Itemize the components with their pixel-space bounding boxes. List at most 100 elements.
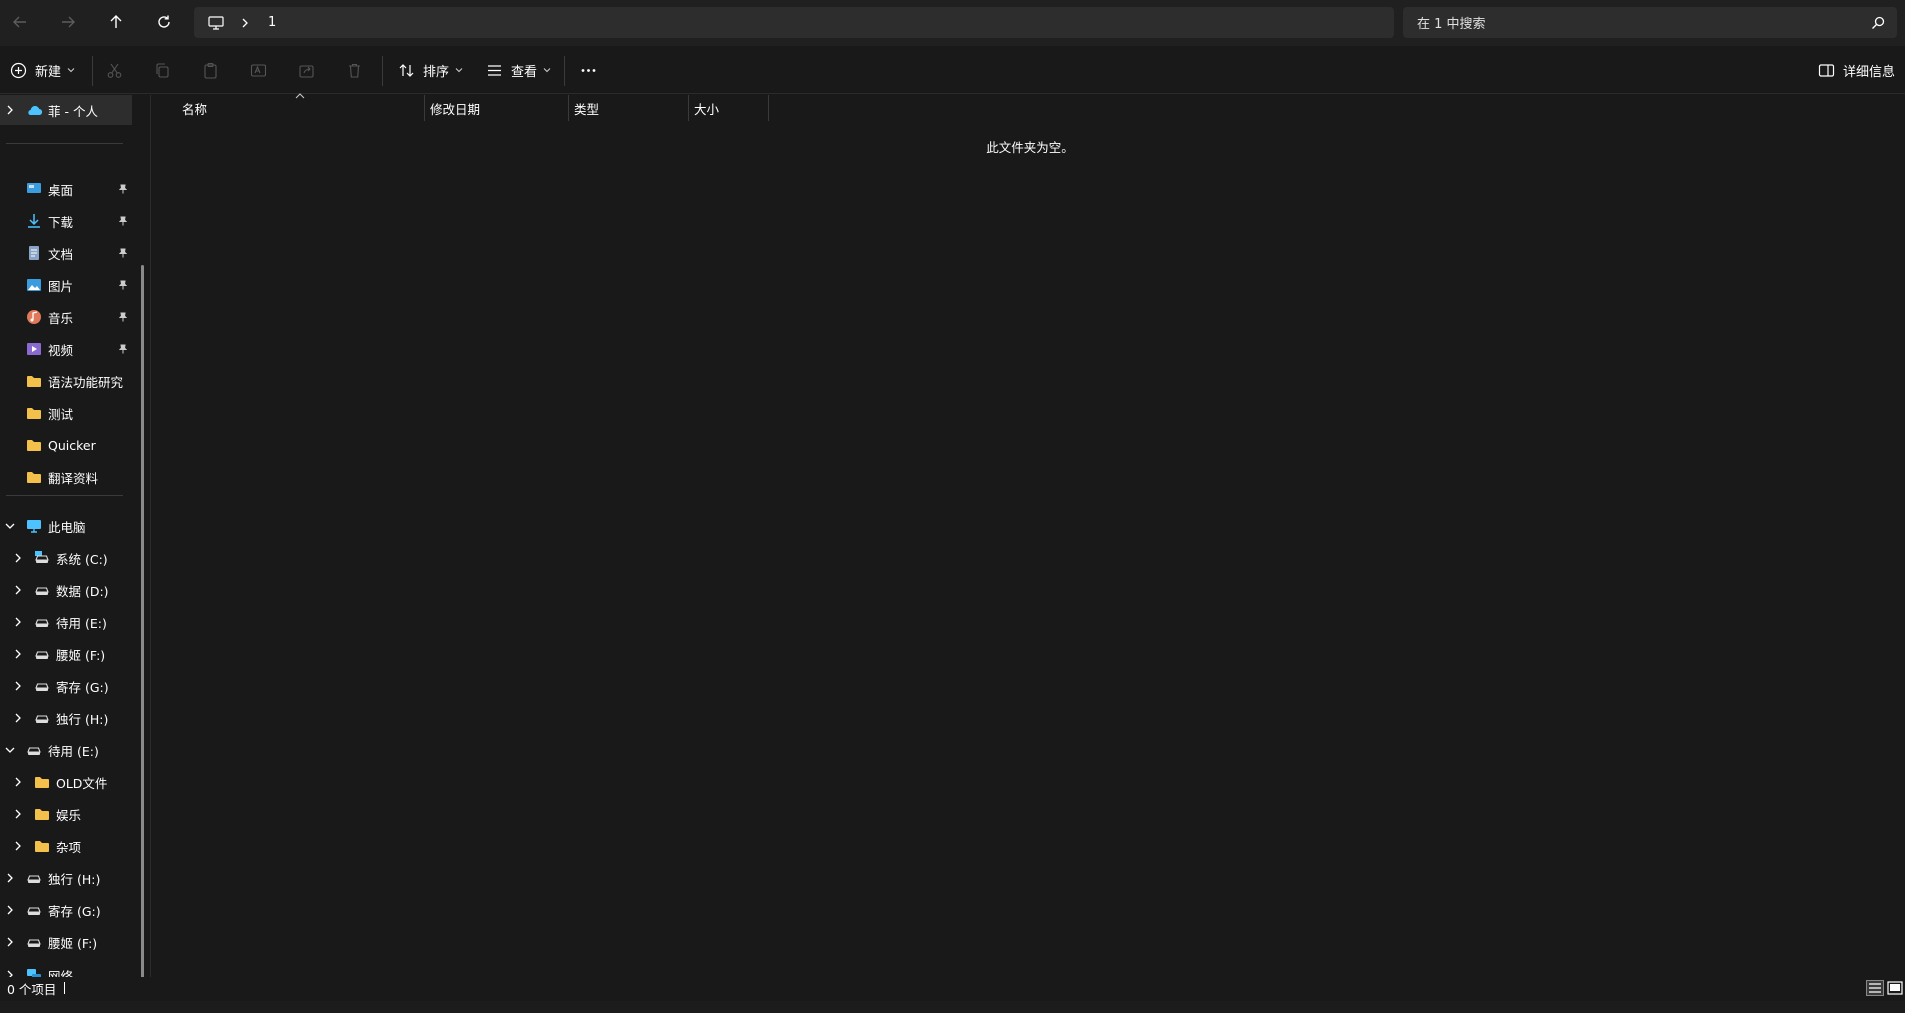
trash-icon	[349, 63, 360, 78]
download-icon	[28, 214, 40, 228]
folder-icon	[27, 440, 41, 451]
column-header-size[interactable]: 大小	[694, 95, 719, 121]
system-drive-icon	[35, 551, 49, 563]
chevron-right-icon	[15, 777, 21, 787]
music-icon	[27, 310, 41, 324]
view-label: 查看	[511, 64, 538, 80]
chevron-right-icon	[15, 841, 21, 851]
sort-button[interactable]: 排序	[398, 58, 463, 82]
new-button[interactable]: 新建	[10, 58, 75, 82]
column-header-name[interactable]: 名称	[182, 95, 207, 121]
command-bar	[0, 46, 1905, 94]
sidebar-item-drive[interactable]: 腰姬 (F:)	[0, 639, 132, 669]
pin-icon	[118, 344, 128, 354]
column-header-modified[interactable]: 修改日期	[430, 95, 480, 121]
sidebar-item-this-pc[interactable]: 此电脑	[0, 511, 132, 541]
sidebar-item-onedrive[interactable]: 菲 - 个人	[0, 95, 132, 125]
sidebar-item-quick[interactable]: 翻译资料	[0, 462, 132, 492]
refresh-icon	[158, 15, 170, 28]
sidebar-item-quick[interactable]: 语法功能研究	[0, 366, 132, 396]
folder-icon	[35, 841, 49, 852]
address-bar[interactable]: 1	[194, 7, 1394, 38]
sidebar-item-label: 独行 (H:)	[56, 711, 109, 727]
forward-button[interactable]	[50, 7, 86, 37]
share-button[interactable]	[298, 58, 315, 82]
chevron-down-icon	[5, 747, 15, 753]
details-view-icon[interactable]	[1866, 980, 1884, 996]
sort-label: 排序	[423, 64, 450, 80]
drive-icon	[35, 715, 49, 723]
large-icons-view-icon[interactable]	[1886, 980, 1904, 996]
sidebar-scrollbar[interactable]	[141, 265, 144, 977]
sidebar-item-quick[interactable]: 视频	[0, 334, 132, 364]
view-button[interactable]: 查看	[486, 58, 551, 82]
rename-button[interactable]	[250, 58, 267, 82]
sidebar-item-quick[interactable]: 图片	[0, 270, 132, 300]
more-icon	[581, 68, 596, 72]
cut-button[interactable]	[106, 58, 123, 82]
sidebar-item-quick[interactable]: Quicker	[0, 430, 132, 460]
scissors-icon	[107, 63, 122, 78]
rename-icon	[250, 63, 267, 77]
picture-icon	[27, 279, 41, 291]
chevron-right-icon	[242, 18, 248, 27]
sidebar-item-label: 测试	[48, 406, 74, 422]
more-options-button[interactable]	[580, 58, 597, 82]
sidebar-item-drive-e-expanded[interactable]: 待用 (E:)	[0, 735, 132, 765]
sidebar-item-label: 网络	[48, 968, 74, 978]
sidebar-item-quick[interactable]: 文档	[0, 238, 132, 268]
sidebar-item-label: 杂项	[56, 839, 82, 855]
sidebar-item-folder[interactable]: 娱乐	[0, 799, 132, 829]
delete-button[interactable]	[346, 58, 363, 82]
details-pane-icon	[1818, 63, 1835, 77]
up-button[interactable]	[98, 7, 134, 37]
chevron-right-icon	[15, 585, 21, 595]
sidebar-item-drive[interactable]: 数据 (D:)	[0, 575, 132, 605]
pin-icon	[118, 280, 128, 290]
list-view-icon	[488, 64, 501, 76]
sidebar-item-label: OLD文件	[56, 775, 108, 791]
sidebar-item-drive[interactable]: 系统 (C:)	[0, 543, 132, 573]
sidebar-item-quick[interactable]: 桌面	[0, 174, 132, 204]
sidebar-item-label: 寄存 (G:)	[56, 679, 109, 695]
sidebar-item-drive[interactable]: 待用 (E:)	[0, 607, 132, 637]
sidebar-item-drive[interactable]: 寄存 (G:)	[0, 895, 132, 925]
sidebar-item-label: 此电脑	[48, 519, 86, 535]
sidebar-item-label: 待用 (E:)	[48, 743, 99, 759]
search-input[interactable]: 在 1 中搜索	[1403, 7, 1897, 38]
chevron-right-icon	[15, 809, 21, 819]
pin-icon	[118, 248, 128, 258]
chevron-right-icon	[7, 873, 13, 883]
details-pane-button[interactable]: 详细信息	[1818, 58, 1895, 82]
sidebar-item-label: 文档	[48, 246, 74, 262]
folder-icon	[27, 376, 41, 387]
refresh-button[interactable]	[146, 7, 182, 37]
drive-icon	[35, 587, 49, 595]
details-label: 详细信息	[1843, 64, 1896, 80]
sidebar-item-drive[interactable]: 独行 (H:)	[0, 863, 132, 893]
sidebar-item-folder[interactable]: OLD文件	[0, 767, 132, 797]
search-icon	[1872, 16, 1885, 29]
sidebar-item-quick[interactable]: 测试	[0, 398, 132, 428]
sidebar-item-drive[interactable]: 寄存 (G:)	[0, 671, 132, 701]
column-type-label: 类型	[574, 101, 600, 117]
sidebar-item-network[interactable]: 网络	[0, 960, 132, 977]
breadcrumb-current[interactable]: 1	[268, 15, 276, 30]
sidebar-item-quick[interactable]: 下载	[0, 206, 132, 236]
drive-icon	[27, 875, 41, 883]
folder-icon	[35, 809, 49, 820]
network-icon	[27, 969, 41, 977]
column-header-type[interactable]: 类型	[574, 95, 599, 121]
paste-button[interactable]	[202, 58, 219, 82]
sidebar-item-drive[interactable]: 腰姬 (F:)	[0, 927, 132, 957]
sidebar-item-folder[interactable]: 杂项	[0, 831, 132, 861]
sidebar-item-drive[interactable]: 独行 (H:)	[0, 703, 132, 733]
chevron-right-icon	[7, 937, 13, 947]
drive-icon	[27, 747, 41, 755]
copy-button[interactable]	[154, 58, 171, 82]
chevron-right-icon	[7, 905, 13, 915]
back-button[interactable]	[2, 7, 38, 37]
sidebar-item-quick[interactable]: 音乐	[0, 302, 132, 332]
column-size-label: 大小	[694, 101, 720, 117]
chevron-right-icon	[15, 681, 21, 691]
